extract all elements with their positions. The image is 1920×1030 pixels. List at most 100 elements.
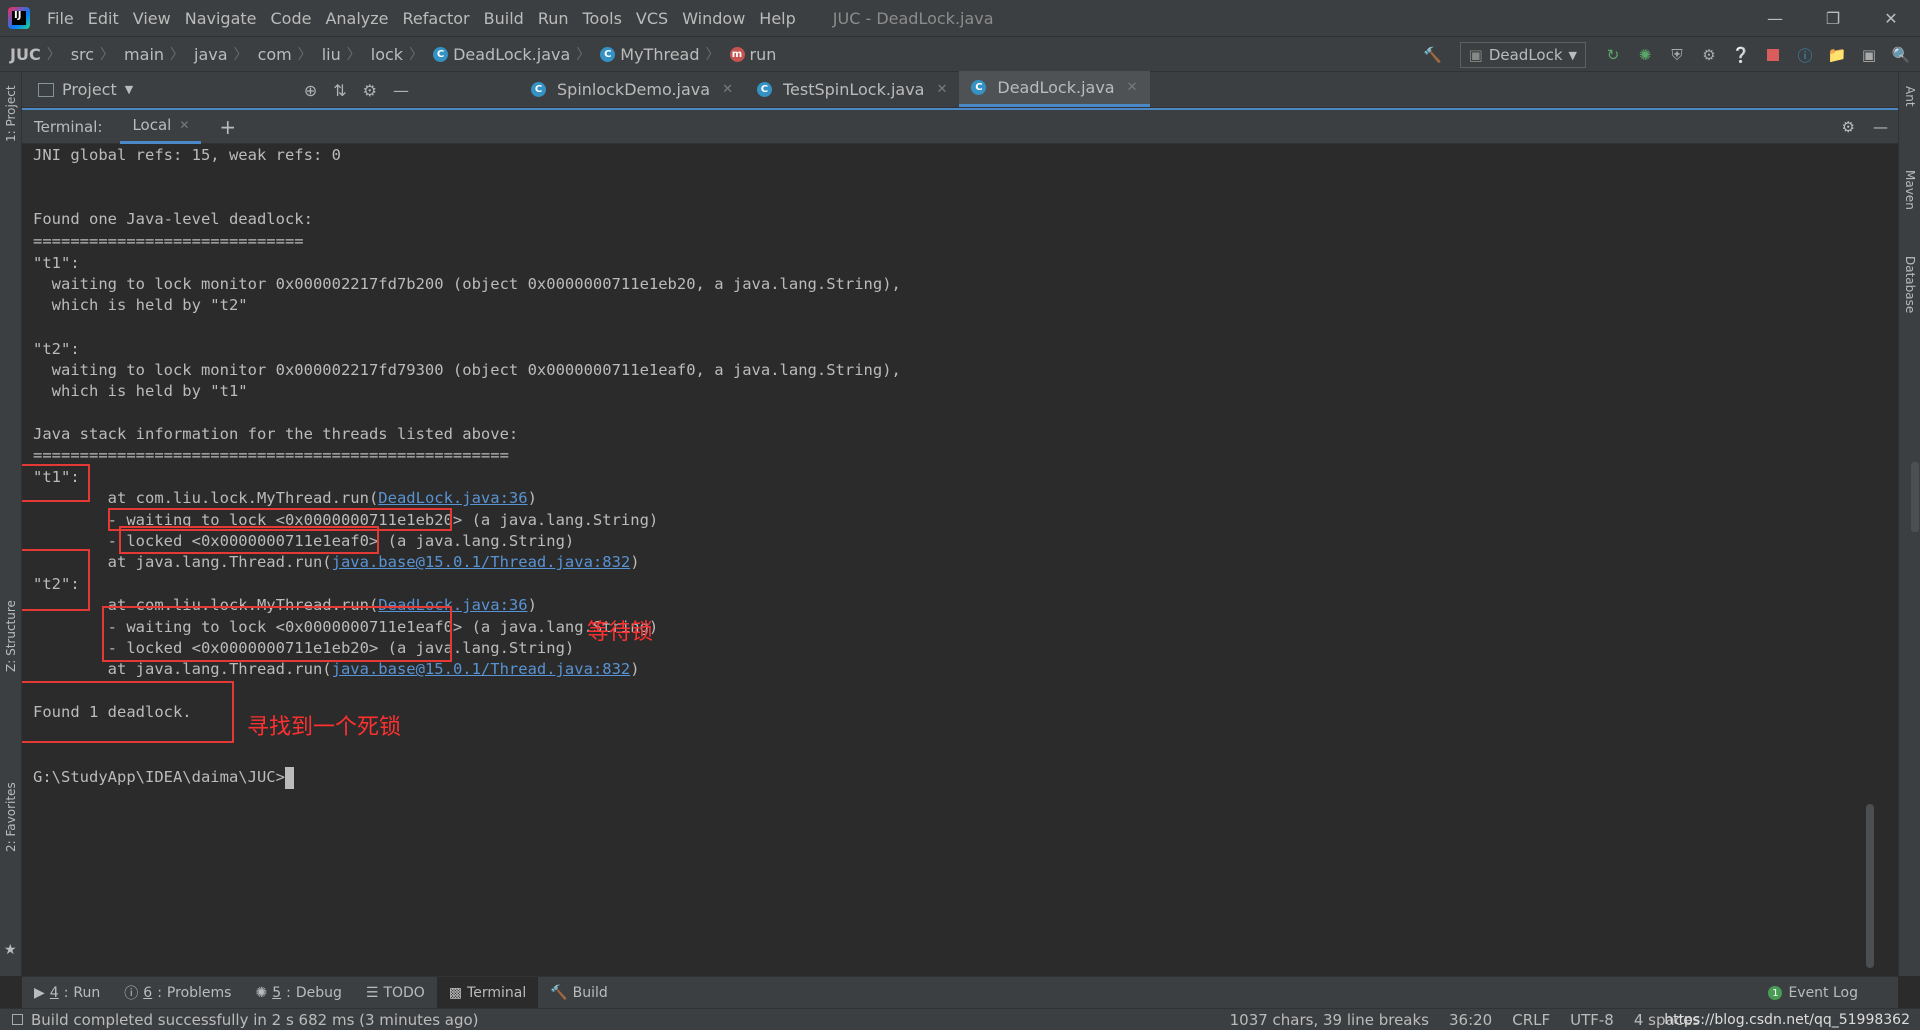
hide-panel-icon[interactable]: — — [393, 81, 409, 100]
navigation-bar: JUC 〉 src 〉 main 〉 java 〉 com 〉 liu 〉 lock 〉 CD… — [0, 36, 1920, 72]
terminal-line: ========================================… — [33, 446, 509, 464]
menu-file[interactable]: File — [40, 9, 81, 28]
minimize-button[interactable]: — — [1746, 0, 1804, 36]
profiler-icon[interactable]: ⚙ — [1696, 42, 1722, 68]
event-log-button[interactable]: 1 Event Log — [1768, 977, 1858, 1009]
terminal-scrollbar[interactable] — [1866, 804, 1874, 968]
new-terminal-plus-icon[interactable]: + — [219, 115, 236, 139]
side-tab-maven[interactable]: Maven — [1903, 170, 1917, 210]
breadcrumb-deadlock-java[interactable]: C DeadLock.java 〉 — [423, 44, 590, 64]
java-class-icon: C — [756, 81, 772, 97]
side-tab-ant[interactable]: Ant — [1903, 86, 1917, 107]
hammer-icon: 🔨 — [550, 984, 568, 1001]
problems-icon: ⓘ — [124, 985, 139, 1002]
menu-refactor[interactable]: Refactor — [396, 9, 477, 28]
highlight-box — [119, 526, 379, 554]
java-class-icon: C — [971, 80, 987, 95]
gear-icon[interactable]: ⚙ — [363, 81, 377, 100]
close-icon[interactable]: ✕ — [179, 118, 189, 132]
project-panel-label[interactable]: Project — [62, 80, 117, 99]
rerun-icon[interactable]: ↻ — [1600, 42, 1626, 68]
breadcrumb-main[interactable]: main 〉 — [114, 44, 184, 64]
tool-window-todo[interactable]: ☰ TODO — [354, 977, 437, 1009]
close-icon[interactable]: ✕ — [722, 82, 733, 97]
terminal-tab-local[interactable]: Local ✕ — [120, 110, 202, 144]
breadcrumb-src[interactable]: src 〉 — [61, 44, 114, 64]
breadcrumb-java[interactable]: java 〉 — [184, 44, 248, 64]
breadcrumb-liu[interactable]: liu 〉 — [312, 44, 361, 64]
side-tab-database[interactable]: Database — [1903, 256, 1917, 313]
menu-run[interactable]: Run — [531, 9, 576, 28]
stop-icon[interactable] — [1760, 42, 1786, 68]
terminal-label: Terminal: — [34, 117, 103, 136]
menu-help[interactable]: Help — [752, 9, 802, 28]
source-link[interactable]: java.base@15.0.1/Thread.java:832 — [332, 660, 631, 678]
close-icon[interactable]: ✕ — [936, 82, 947, 97]
terminal-icon: ▩ — [448, 984, 463, 1001]
window-title: JUC - DeadLock.java — [832, 8, 994, 28]
source-link[interactable]: DeadLock.java:36 — [378, 489, 527, 507]
project-structure-icon[interactable]: 📁 — [1824, 42, 1850, 68]
status-bar: Build completed successfully in 2 s 682 … — [0, 1008, 1920, 1030]
tool-window-run[interactable]: ▶ 4: Run — [22, 977, 112, 1009]
annotation-waiting-lock: 等待锁 — [587, 620, 654, 645]
menu-window[interactable]: Window — [675, 9, 752, 28]
menu-navigate[interactable]: Navigate — [178, 9, 264, 28]
left-tool-strip: 1: Project Z: Structure 2: Favorites ★ — [0, 72, 22, 976]
line-separator[interactable]: CRLF — [1512, 1011, 1550, 1029]
tab-deadlock[interactable]: C DeadLock.java ✕ — [959, 71, 1150, 107]
search-icon[interactable]: 🔍 — [1888, 42, 1914, 68]
tab-spinlockdemo[interactable]: C SpinlockDemo.java ✕ — [519, 71, 745, 107]
close-icon[interactable]: ✕ — [1127, 80, 1138, 95]
build-hammer-icon[interactable]: 🔨 — [1420, 42, 1446, 68]
breadcrumb-juc[interactable]: JUC 〉 — [0, 44, 61, 64]
menu-code[interactable]: Code — [264, 9, 319, 28]
side-tab-structure[interactable]: Z: Structure — [4, 600, 18, 672]
menu-tools[interactable]: Tools — [576, 9, 629, 28]
run-configuration-select[interactable]: ▣ DeadLock ▼ — [1459, 42, 1586, 68]
menu-view[interactable]: View — [126, 9, 178, 28]
locate-target-icon[interactable]: ⊕ — [304, 81, 317, 100]
menu-build[interactable]: Build — [477, 9, 531, 28]
tool-window-problems[interactable]: ⓘ 6: Problems — [112, 977, 243, 1009]
watermark: https://blog.csdn.net/qq_51998362 — [1664, 1012, 1910, 1028]
breadcrumb-com[interactable]: com 〉 — [248, 44, 312, 64]
close-window-button[interactable]: ✕ — [1862, 0, 1920, 36]
text-cursor — [284, 766, 294, 789]
hide-panel-icon[interactable]: — — [1873, 118, 1888, 136]
side-tab-project[interactable]: 1: Project — [4, 85, 18, 142]
coverage-shield-icon[interactable]: ⛨ — [1664, 42, 1690, 68]
status-message: Build completed successfully in 2 s 682 … — [31, 1010, 479, 1029]
side-tab-favorites[interactable]: 2: Favorites — [4, 782, 18, 852]
source-link[interactable]: java.base@15.0.1/Thread.java:832 — [332, 553, 631, 571]
tab-testspinlock[interactable]: C TestSpinLock.java ✕ — [745, 71, 959, 107]
search-everywhere-help-icon[interactable]: ⓘ — [1792, 42, 1818, 68]
char-count: 1037 chars, 39 line breaks — [1229, 1011, 1429, 1029]
scroll-indicator — [1911, 462, 1919, 532]
gear-icon[interactable]: ⚙ — [1842, 118, 1855, 136]
collapse-all-icon[interactable]: ⇅ — [333, 81, 346, 100]
menu-vcs[interactable]: VCS — [629, 9, 675, 28]
restore-button[interactable]: ❐ — [1804, 0, 1862, 36]
terminal-header: Terminal: Local ✕ + ⚙ — — [22, 108, 1898, 144]
file-encoding[interactable]: UTF-8 — [1570, 1011, 1614, 1029]
breadcrumb-mythread[interactable]: C MyThread 〉 — [590, 44, 720, 64]
layout-icon[interactable]: ▣ — [1856, 42, 1882, 68]
menu-edit[interactable]: Edit — [81, 9, 126, 28]
project-folder-icon — [38, 82, 54, 97]
tool-window-debug[interactable]: ✺ 5: Debug — [243, 977, 353, 1009]
editor-tabs: C SpinlockDemo.java ✕ C TestSpinLock.java… — [519, 71, 1898, 108]
tool-window-terminal[interactable]: ▩ Terminal — [436, 976, 539, 1009]
terminal-prompt[interactable]: G:\StudyApp\IDEA\daima\JUC> — [33, 764, 294, 790]
debug-bug-icon[interactable]: ✺ — [1632, 42, 1658, 68]
breadcrumb-lock[interactable]: lock 〉 — [361, 44, 423, 64]
java-class-icon: C — [531, 81, 546, 97]
annotation-found-deadlock: 寻找到一个死锁 — [247, 715, 402, 740]
terminal-output[interactable]: JNI global refs: 15, weak refs: 0 Found … — [22, 144, 1878, 976]
caret-position[interactable]: 36:20 — [1449, 1011, 1492, 1029]
breadcrumb-run[interactable]: m run — [720, 45, 776, 64]
chevron-down-icon[interactable]: ▼ — [125, 83, 133, 96]
menu-analyze[interactable]: Analyze — [318, 9, 395, 28]
help-circle-icon[interactable]: ❔ — [1728, 42, 1754, 68]
tool-window-build[interactable]: 🔨 Build — [538, 977, 620, 1009]
